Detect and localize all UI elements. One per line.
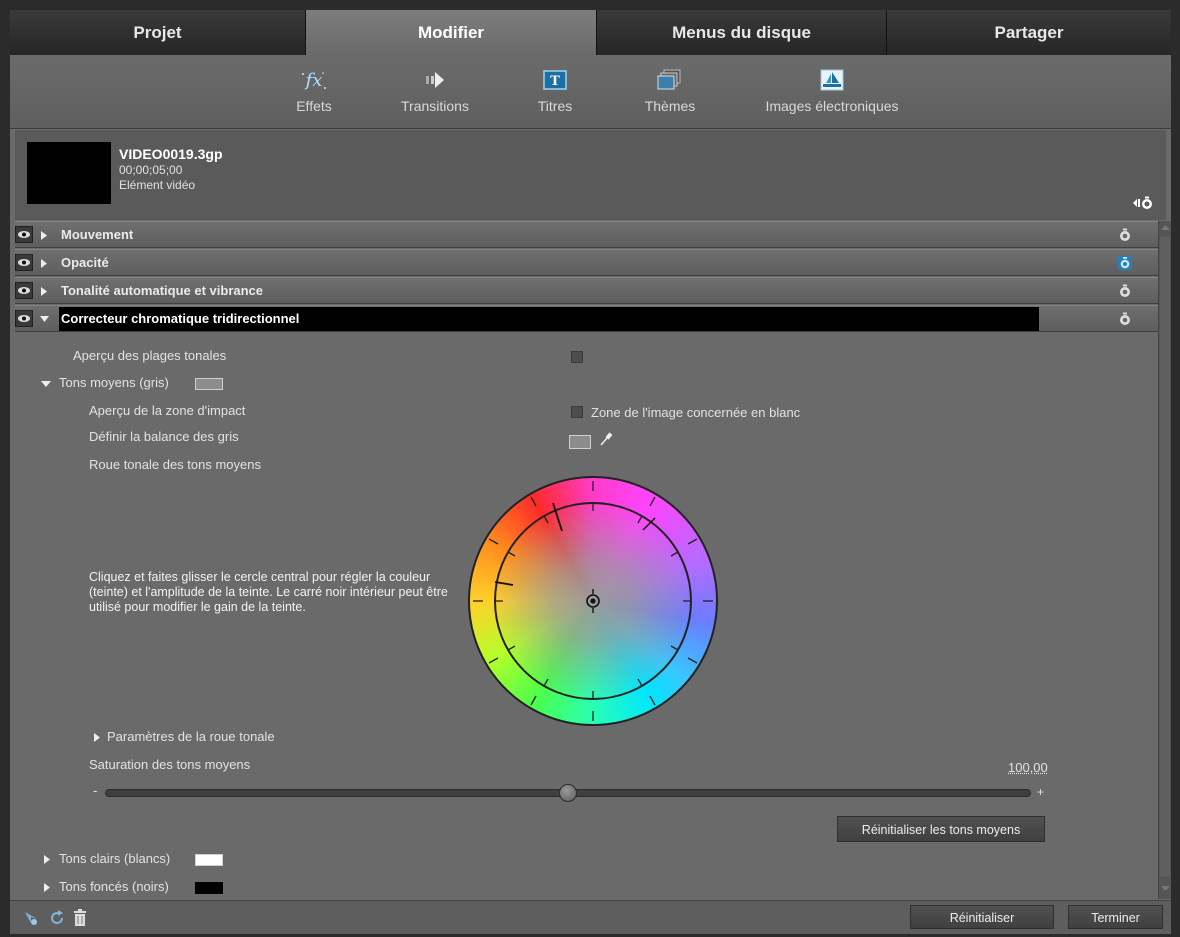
highlights-label[interactable]: Tons clairs (blancs) <box>59 851 170 866</box>
wheel-params-expand-icon[interactable] <box>93 733 101 742</box>
titles-icon: T <box>543 70 567 90</box>
color-wheel[interactable] <box>465 473 721 729</box>
clip-info: VIDEO0019.3gp 00;00;05;00 Elément vidéo <box>15 130 1166 220</box>
collapse-triangle-icon[interactable] <box>40 315 49 323</box>
effect-row-opacite[interactable]: Opacité <box>15 249 1158 276</box>
tab-projet[interactable]: Projet <box>10 10 306 55</box>
app-window: Projet Modifier Menus du disque Partager… <box>10 10 1171 934</box>
shadows-label[interactable]: Tons foncés (noirs) <box>59 879 169 894</box>
svg-text:fx: fx <box>304 70 323 91</box>
expand-triangle-icon[interactable] <box>40 287 48 296</box>
effect-row-tonalite[interactable]: Tonalité automatique et vibrance <box>15 277 1158 304</box>
eye-icon[interactable] <box>15 310 33 327</box>
stopwatch-icon[interactable] <box>1118 312 1132 326</box>
stopwatch-icon[interactable] <box>1118 228 1132 242</box>
expand-triangle-icon[interactable] <box>40 259 48 268</box>
fx-icon: fx <box>302 70 326 91</box>
impact-preview-checkbox[interactable] <box>571 406 583 418</box>
scroll-thumb[interactable] <box>1160 237 1170 877</box>
done-button[interactable]: Terminer <box>1068 905 1163 929</box>
shadows-expand-icon[interactable] <box>43 883 51 892</box>
refresh-icon[interactable] <box>48 909 66 927</box>
transition-arrow-icon <box>426 72 444 88</box>
panel-scrollbar[interactable] <box>1158 221 1171 899</box>
tonal-preview-checkbox[interactable] <box>571 351 583 363</box>
toolbar-themes-button[interactable]: Thèmes <box>638 68 702 114</box>
wheel-params-label[interactable]: Paramètres de la roue tonale <box>107 729 275 744</box>
reset-midtones-button[interactable]: Réinitialiser les tons moyens <box>837 816 1045 842</box>
footer-bar: Réinitialiser Terminer <box>10 900 1171 934</box>
toolbar-transitions-button[interactable]: Transitions <box>390 68 480 114</box>
midtones-label[interactable]: Tons moyens (gris) <box>59 375 169 390</box>
themes-icon <box>657 69 681 90</box>
clip-duration: 00;00;05;00 <box>119 163 183 177</box>
edit-toolbar: fx Effets Transitions T Titres Thèmes Im… <box>10 55 1171 129</box>
sailboat-icon <box>820 69 844 91</box>
wheel-label: Roue tonale des tons moyens <box>89 457 261 472</box>
gray-balance-swatch[interactable] <box>569 435 591 449</box>
effect-row-correcteur-chromatique[interactable]: Correcteur chromatique tridirectionnel <box>15 305 1158 332</box>
midtones-collapse-icon[interactable] <box>41 380 51 388</box>
tab-modifier[interactable]: Modifier <box>306 10 597 55</box>
saturation-slider-knob[interactable] <box>559 784 577 802</box>
saturation-label: Saturation des tons moyens <box>89 757 251 772</box>
toolbar-titles-button[interactable]: T Titres <box>528 68 582 114</box>
toolbar-effects-button[interactable]: fx Effets <box>284 68 344 114</box>
scroll-up-icon[interactable] <box>1161 224 1170 231</box>
toolbar-instant-movie-button[interactable]: Images électroniques <box>750 68 914 114</box>
impact-preview-label: Aperçu de la zone d'impact <box>89 403 246 418</box>
apply-effect-icon[interactable] <box>22 909 40 927</box>
stopwatch-icon[interactable] <box>1118 284 1132 298</box>
tab-menus-du-disque[interactable]: Menus du disque <box>597 10 887 55</box>
midtones-swatch[interactable] <box>195 378 223 390</box>
svg-text:T: T <box>550 74 560 89</box>
tonal-preview-label: Aperçu des plages tonales <box>73 348 227 363</box>
effect-row-mouvement[interactable]: Mouvement <box>15 221 1158 248</box>
slider-min-label: - <box>93 783 98 798</box>
eyedropper-icon[interactable] <box>599 431 613 447</box>
reset-button[interactable]: Réinitialiser <box>910 905 1054 929</box>
clip-type: Elément vidéo <box>119 178 196 192</box>
tab-partager[interactable]: Partager <box>887 10 1171 55</box>
effects-panel: Mouvement Opacité Tonalité automatique e… <box>15 221 1158 899</box>
eye-icon[interactable] <box>15 226 33 243</box>
impact-area-label: Zone de l'image concernée en blanc <box>591 405 801 420</box>
eye-icon[interactable] <box>15 282 33 299</box>
slider-max-label: + <box>1037 785 1045 799</box>
trash-icon[interactable] <box>72 908 88 927</box>
eye-icon[interactable] <box>15 254 33 271</box>
gray-balance-label: Définir la balance des gris <box>89 429 239 444</box>
scroll-down-icon[interactable] <box>1161 885 1170 892</box>
stopwatch-icon-active[interactable] <box>1118 256 1132 270</box>
clip-name: VIDEO0019.3gp <box>119 146 223 162</box>
main-tabs: Projet Modifier Menus du disque Partager <box>10 10 1171 55</box>
show-keyframes-icon[interactable] <box>1132 195 1154 211</box>
expand-triangle-icon[interactable] <box>40 231 48 240</box>
highlights-swatch[interactable] <box>195 854 223 866</box>
clip-thumbnail <box>27 142 111 204</box>
shadows-swatch[interactable] <box>195 882 223 894</box>
saturation-value[interactable]: 100,00 <box>1008 760 1048 775</box>
wheel-description: Cliquez et faites glisser le cercle cent… <box>89 570 448 614</box>
highlights-expand-icon[interactable] <box>43 855 51 864</box>
